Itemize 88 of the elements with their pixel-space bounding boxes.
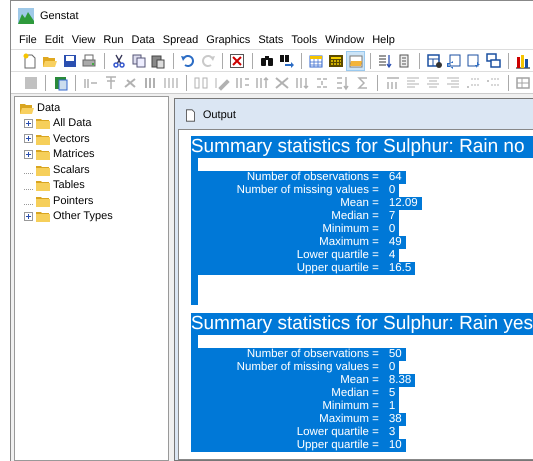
printer-icon [81, 52, 98, 68]
undo-icon [180, 52, 196, 68]
stat-value: 64 [388, 171, 403, 184]
stat-value: 3 [388, 426, 396, 439]
stat-value: 4 [388, 249, 396, 262]
stat-label: Minimum = [321, 400, 380, 413]
menu-item[interactable]: Spread [158, 32, 202, 48]
expand-icon[interactable] [24, 134, 33, 144]
stat-value: 0 [388, 361, 396, 374]
expand-icon[interactable] [24, 118, 33, 128]
tree-item[interactable]: Vectors [53, 130, 90, 147]
stat-value: 0 [388, 223, 396, 236]
menu-item[interactable]: Help [368, 32, 399, 48]
section-heading: Summary statistics for Sulphur: Rain yes [190, 313, 533, 335]
bar-chart-icon [515, 52, 532, 68]
menu-item[interactable]: Stats [254, 32, 288, 48]
stat-value: 38 [388, 413, 403, 426]
square-icon [22, 74, 39, 90]
stat-value: 16.5 [388, 262, 412, 275]
window-arrow-right-icon [466, 52, 482, 68]
window-title: Output [202, 108, 236, 123]
tree-item[interactable]: Matrices [53, 146, 95, 162]
menu-item[interactable]: Data [128, 32, 159, 48]
stat-label: Maximum = [318, 413, 380, 426]
align-left-icon [404, 74, 421, 90]
window-arrow-left-icon [446, 52, 462, 68]
stat-label: Number of observations = [246, 348, 380, 361]
sort-list-icon [377, 52, 394, 68]
tree-item[interactable]: All Data [53, 115, 92, 132]
stat-label: Median = [330, 387, 380, 400]
stat-label: Mean = [339, 197, 380, 210]
menu-item[interactable]: Run [99, 32, 128, 48]
stat-value: 12.09 [388, 197, 419, 210]
section-heading: Summary statistics for Sulphur: Rain no [190, 136, 533, 158]
stat-label: Median = [330, 210, 380, 223]
grid-icon [515, 74, 532, 90]
save-icon [62, 52, 78, 68]
sort-icon [334, 74, 350, 90]
paste-icon [150, 52, 166, 68]
expand-icon[interactable] [24, 212, 33, 221]
folder-icon [348, 52, 364, 68]
binoculars-arrow-icon [278, 52, 295, 68]
stat-label: Lower quartile = [296, 426, 380, 439]
spreadsheet-export-icon [52, 74, 69, 90]
window-grid-icon [426, 52, 443, 68]
expand-icon[interactable] [24, 150, 33, 159]
stat-value: 7 [388, 210, 396, 223]
align-center-icon [424, 74, 441, 90]
tree-item[interactable]: Other Types [53, 208, 113, 224]
tree-item[interactable]: Scalars [53, 162, 90, 178]
stat-value: 1 [388, 400, 396, 413]
document-icon [184, 108, 197, 122]
stat-value: 5 [388, 387, 396, 400]
new-file-icon [22, 52, 38, 68]
stat-value: 10 [388, 439, 403, 452]
stat-value: 50 [388, 348, 403, 361]
menu-item[interactable]: Graphics [202, 32, 254, 48]
tree-item[interactable]: Pointers [53, 192, 94, 209]
stat-label: Number of missing values = [236, 361, 380, 374]
stat-label: Upper quartile = [296, 439, 380, 452]
scissors-icon [111, 52, 128, 68]
stat-label: Maximum = [318, 236, 380, 249]
stat-label: Upper quartile = [296, 262, 380, 275]
close-icon [229, 52, 246, 68]
calculator-icon [328, 52, 344, 68]
stat-label: Mean = [339, 374, 380, 387]
windows-icon [486, 52, 502, 68]
stat-value: 49 [388, 236, 403, 249]
copy-icon [130, 52, 147, 68]
menu-item[interactable]: View [68, 32, 100, 48]
tree-item[interactable]: Tables [53, 177, 85, 194]
stat-label: Lower quartile = [296, 249, 380, 262]
app-logo-icon [18, 8, 34, 24]
stat-label: Number of observations = [246, 171, 380, 184]
stat-value: 8.38 [388, 374, 412, 387]
window-title: Genstat [40, 8, 79, 24]
stat-value: 0 [388, 184, 396, 197]
stat-label: Minimum = [321, 223, 380, 236]
spreadsheet-icon [308, 52, 324, 68]
align-right-icon [445, 74, 462, 90]
redo-icon [200, 52, 216, 68]
menu-item[interactable]: File [15, 32, 41, 48]
tree-item[interactable]: Data [37, 100, 60, 116]
stat-label: Number of missing values = [236, 184, 380, 197]
toolbar-button[interactable] [484, 50, 504, 70]
menu-item[interactable]: Tools [287, 32, 322, 48]
menu-item[interactable]: Edit [40, 32, 68, 48]
menu-item[interactable]: Window [321, 32, 368, 48]
